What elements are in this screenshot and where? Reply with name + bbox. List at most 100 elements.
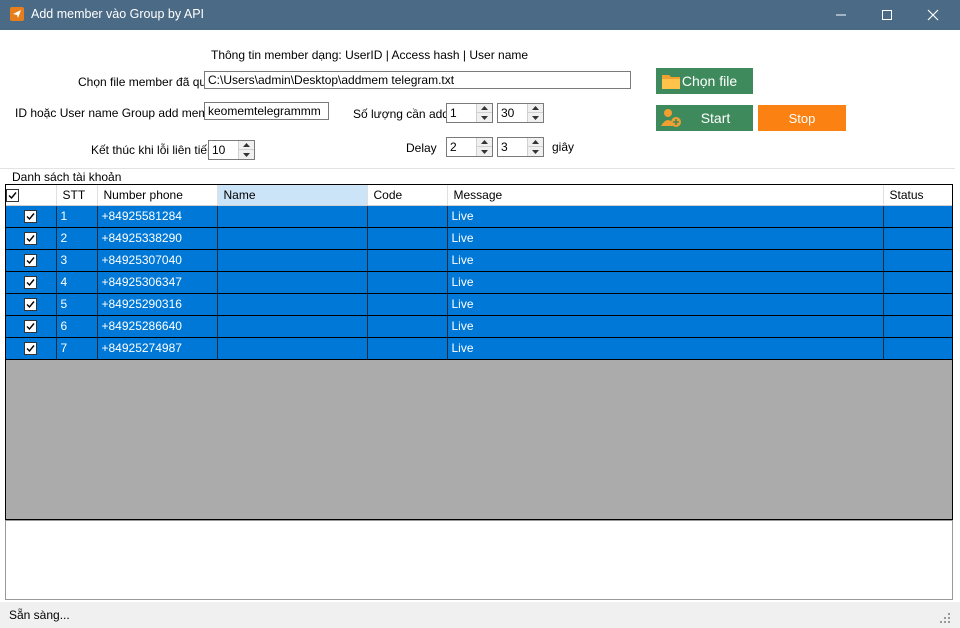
group-input[interactable] (204, 102, 329, 120)
table-row[interactable]: 4 +84925306347 Live (6, 271, 952, 294)
stepper-up-icon[interactable] (477, 104, 492, 113)
row-select-cell[interactable] (6, 315, 57, 338)
choose-file-button[interactable]: Chọn file (656, 68, 753, 94)
table-row[interactable]: 1 +84925581284 Live (6, 205, 952, 228)
cell-message[interactable]: Live (447, 205, 884, 228)
col-header-message[interactable]: Message (447, 185, 884, 206)
stop-errors-stepper[interactable]: 10 (208, 140, 255, 160)
cell-phone[interactable]: +84925286640 (97, 315, 218, 338)
row-select-cell[interactable] (6, 205, 57, 228)
stepper-up-icon[interactable] (239, 141, 254, 150)
delay-from-stepper[interactable]: 2 (446, 137, 493, 157)
cell-phone[interactable]: +84925307040 (97, 249, 218, 272)
row-select-cell[interactable] (6, 249, 57, 272)
amount-label: Số lượng cần add (353, 107, 449, 121)
cell-name[interactable] (217, 271, 368, 294)
cell-name[interactable] (217, 315, 368, 338)
amount-from-stepper[interactable]: 1 (446, 103, 493, 123)
cell-status[interactable] (883, 315, 952, 338)
row-checkbox[interactable] (24, 342, 38, 356)
stepper-down-icon[interactable] (239, 150, 254, 159)
cell-stt[interactable]: 3 (56, 249, 98, 272)
cell-message[interactable]: Live (447, 315, 884, 338)
select-all-checkbox[interactable] (6, 188, 19, 202)
cell-stt[interactable]: 5 (56, 293, 98, 316)
table-row[interactable]: 2 +84925338290 Live (6, 227, 952, 250)
stepper-up-icon[interactable] (528, 138, 543, 147)
cell-status[interactable] (883, 271, 952, 294)
maximize-button[interactable] (864, 0, 910, 30)
col-header-stt[interactable]: STT (56, 185, 98, 206)
cell-stt[interactable]: 4 (56, 271, 98, 294)
row-select-cell[interactable] (6, 227, 57, 250)
cell-stt[interactable]: 2 (56, 227, 98, 250)
cell-message[interactable]: Live (447, 249, 884, 272)
cell-stt[interactable]: 1 (56, 205, 98, 228)
cell-name[interactable] (217, 249, 368, 272)
minimize-icon (836, 14, 846, 16)
cell-message[interactable]: Live (447, 271, 884, 294)
stop-button[interactable]: Stop (758, 105, 846, 131)
col-header-status[interactable]: Status (883, 185, 952, 206)
cell-name[interactable] (217, 337, 368, 360)
table-row[interactable]: 5 +84925290316 Live (6, 293, 952, 316)
cell-phone[interactable]: +84925306347 (97, 271, 218, 294)
delay-to-stepper[interactable]: 3 (497, 137, 544, 157)
cell-code[interactable] (367, 227, 448, 250)
table-row[interactable]: 7 +84925274987 Live (6, 337, 952, 360)
cell-name[interactable] (217, 293, 368, 316)
cell-phone[interactable]: +84925581284 (97, 205, 218, 228)
cell-status[interactable] (883, 205, 952, 228)
row-checkbox[interactable] (24, 320, 38, 334)
stepper-down-icon[interactable] (477, 113, 492, 122)
stepper-down-icon[interactable] (528, 113, 543, 122)
stepper-up-icon[interactable] (477, 138, 492, 147)
cell-message[interactable]: Live (447, 337, 884, 360)
table-row[interactable]: 3 +84925307040 Live (6, 249, 952, 272)
close-button[interactable] (910, 0, 956, 30)
accounts-grid[interactable]: STT Number phone Name Code Message Statu… (5, 184, 953, 520)
start-button[interactable]: Start (656, 105, 753, 131)
row-checkbox[interactable] (24, 254, 38, 268)
cell-name[interactable] (217, 205, 368, 228)
col-header-code[interactable]: Code (367, 185, 448, 206)
cell-code[interactable] (367, 315, 448, 338)
cell-status[interactable] (883, 249, 952, 272)
row-checkbox[interactable] (24, 210, 38, 224)
stepper-down-icon[interactable] (477, 147, 492, 156)
cell-message[interactable]: Live (447, 227, 884, 250)
log-textbox[interactable] (5, 520, 953, 600)
row-select-cell[interactable] (6, 293, 57, 316)
cell-code[interactable] (367, 205, 448, 228)
row-select-cell[interactable] (6, 271, 57, 294)
row-checkbox[interactable] (24, 232, 38, 246)
col-header-name[interactable]: Name (217, 185, 368, 206)
cell-code[interactable] (367, 249, 448, 272)
cell-code[interactable] (367, 271, 448, 294)
stepper-up-icon[interactable] (528, 104, 543, 113)
cell-status[interactable] (883, 337, 952, 360)
table-row[interactable]: 6 +84925286640 Live (6, 315, 952, 338)
cell-code[interactable] (367, 293, 448, 316)
stepper-down-icon[interactable] (528, 147, 543, 156)
resize-grip-icon[interactable] (940, 613, 950, 623)
col-header-phone[interactable]: Number phone (97, 185, 218, 206)
cell-phone[interactable]: +84925338290 (97, 227, 218, 250)
cell-status[interactable] (883, 293, 952, 316)
file-path-input[interactable] (204, 71, 631, 89)
cell-stt[interactable]: 6 (56, 315, 98, 338)
row-checkbox[interactable] (24, 276, 38, 290)
cell-message[interactable]: Live (447, 293, 884, 316)
cell-phone[interactable]: +84925274987 (97, 337, 218, 360)
select-all-header[interactable] (6, 185, 57, 206)
minimize-button[interactable] (818, 0, 864, 30)
cell-stt[interactable]: 7 (56, 337, 98, 360)
cell-status[interactable] (883, 227, 952, 250)
cell-name[interactable] (217, 227, 368, 250)
cell-code[interactable] (367, 337, 448, 360)
info-text: Thông tin member dạng: UserID | Access h… (211, 48, 529, 62)
row-select-cell[interactable] (6, 337, 57, 360)
amount-to-stepper[interactable]: 30 (497, 103, 544, 123)
cell-phone[interactable]: +84925290316 (97, 293, 218, 316)
row-checkbox[interactable] (24, 298, 38, 312)
